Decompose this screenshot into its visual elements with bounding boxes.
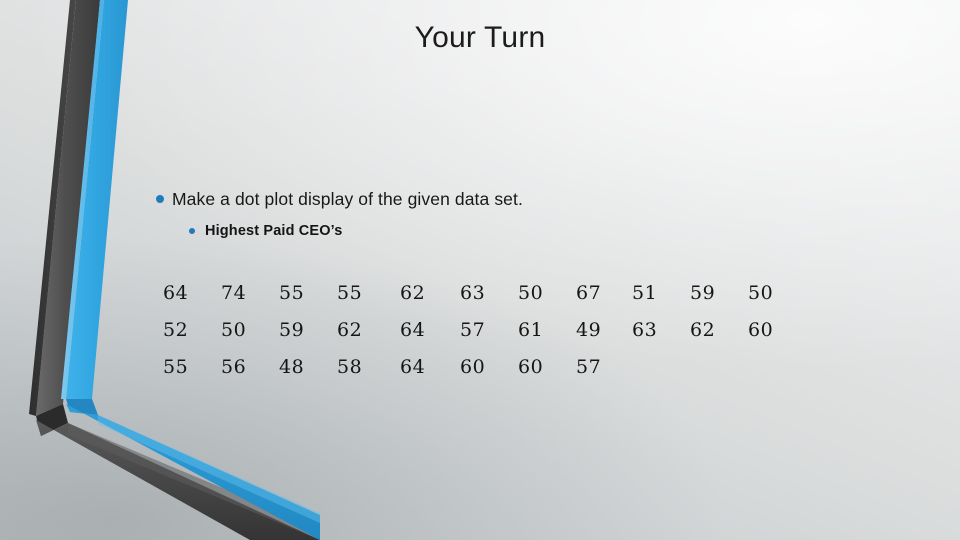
data-cell: 74 — [221, 282, 247, 304]
slide: Your Turn Make a dot plot display of the… — [0, 0, 960, 540]
data-cell: 62 — [690, 319, 716, 341]
data-cell: 60 — [748, 319, 774, 341]
data-cell: 61 — [518, 319, 544, 341]
data-cell: 57 — [576, 356, 602, 378]
bullet-item-primary: Make a dot plot display of the given dat… — [150, 186, 850, 212]
data-cell: 50 — [518, 282, 544, 304]
bullet-text: Make a dot plot display of the given dat… — [172, 189, 523, 209]
data-cell: 59 — [279, 319, 305, 341]
sub-bullet-text: Highest Paid CEO’s — [205, 223, 343, 239]
data-cell: 64 — [163, 282, 189, 304]
data-cell: 55 — [337, 282, 363, 304]
banded-chevron-decoration — [29, 0, 320, 540]
data-cell: 59 — [690, 282, 716, 304]
data-cell: 64 — [400, 356, 426, 378]
data-cell: 55 — [279, 282, 305, 304]
data-cell: 55 — [163, 356, 189, 378]
data-cell: 63 — [460, 282, 486, 304]
data-cell: 50 — [221, 319, 247, 341]
bullet-item-secondary: Highest Paid CEO’s — [150, 220, 850, 242]
data-cell: 67 — [576, 282, 602, 304]
data-row: 55 56 48 58 64 60 60 57 — [160, 350, 800, 387]
data-cell: 57 — [460, 319, 486, 341]
data-row: 52 50 59 62 64 57 61 49 63 62 60 — [160, 313, 800, 350]
data-cell: 56 — [221, 356, 247, 378]
page-title: Your Turn — [414, 21, 546, 54]
data-cell: 62 — [337, 319, 363, 341]
data-cell: 63 — [632, 319, 658, 341]
data-cell: 51 — [632, 282, 658, 304]
data-cell: 50 — [748, 282, 774, 304]
data-cell: 49 — [576, 319, 602, 341]
sub-bullet-dot-icon — [189, 228, 195, 234]
data-cell: 60 — [518, 356, 544, 378]
body-content: Make a dot plot display of the given dat… — [150, 186, 850, 244]
data-cell: 60 — [460, 356, 486, 378]
data-cell: 52 — [163, 319, 189, 341]
data-cell: 48 — [279, 356, 305, 378]
data-set-grid: 64 74 55 55 62 63 50 67 51 59 50 52 50 5… — [160, 276, 800, 387]
data-cell: 64 — [400, 319, 426, 341]
data-cell: 62 — [400, 282, 426, 304]
data-cell: 58 — [337, 356, 363, 378]
bullet-dot-icon — [156, 195, 164, 203]
data-row: 64 74 55 55 62 63 50 67 51 59 50 — [160, 276, 800, 313]
